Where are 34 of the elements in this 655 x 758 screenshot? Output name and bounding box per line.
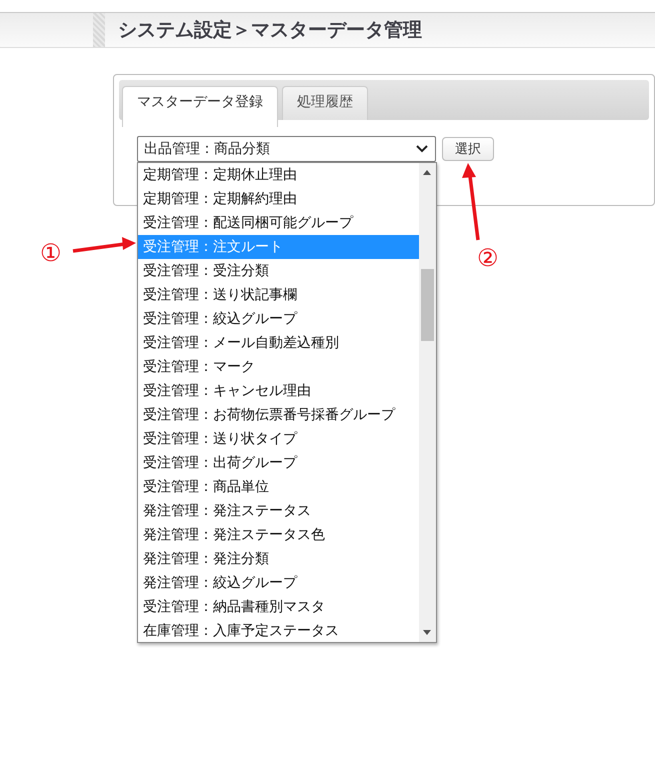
- annotation-arrow: [72, 237, 136, 253]
- dropdown-option[interactable]: 受注管理：メール自動差込種別: [138, 331, 419, 355]
- scrollbar[interactable]: [419, 163, 436, 642]
- dropdown-option[interactable]: 受注管理：商品単位: [138, 475, 419, 499]
- dropdown-option[interactable]: 受注管理：送り状タイプ: [138, 427, 419, 451]
- dropdown-option[interactable]: 定期管理：定期解約理由: [138, 187, 419, 211]
- dropdown-option[interactable]: 発注管理：発注ステータス色: [138, 523, 419, 547]
- chevron-down-icon: [416, 145, 428, 153]
- dropdown-option[interactable]: 受注管理：送り状記事欄: [138, 283, 419, 307]
- scroll-up-icon[interactable]: [423, 170, 431, 175]
- header-stripe: [93, 13, 105, 47]
- tab[interactable]: マスターデータ登録: [122, 86, 278, 127]
- annotation-number: ①: [40, 240, 62, 266]
- dropdown-option[interactable]: 発注管理：発注分類: [138, 547, 419, 571]
- dropdown-option[interactable]: 発注管理：発注ステータス: [138, 499, 419, 523]
- select-dropdown[interactable]: 出品管理：商品分類: [137, 136, 436, 162]
- dropdown-option[interactable]: 受注管理：お荷物伝票番号採番グループ: [138, 403, 419, 427]
- dropdown-option[interactable]: 受注管理：受注分類: [138, 259, 419, 283]
- dropdown-option[interactable]: 定期管理：定期休止理由: [138, 163, 419, 187]
- dropdown-option[interactable]: 在庫管理：入庫予定ステータス: [138, 619, 419, 643]
- dropdown-option[interactable]: 受注管理：出荷グループ: [138, 451, 419, 475]
- dropdown-option[interactable]: 受注管理：配送同梱可能グループ: [138, 211, 419, 235]
- page-title: システム設定＞マスターデータ管理: [118, 18, 422, 43]
- annotation-number: ②: [477, 245, 499, 271]
- scroll-down-icon[interactable]: [423, 630, 431, 635]
- dropdown-option[interactable]: 受注管理：絞込グループ: [138, 307, 419, 331]
- dropdown-option[interactable]: 発注管理：絞込グループ: [138, 571, 419, 595]
- dropdown-option[interactable]: 受注管理：納品書種別マスタ: [138, 595, 419, 619]
- dropdown-option[interactable]: 受注管理：キャンセル理由: [138, 379, 419, 403]
- dropdown-option[interactable]: 受注管理：マーク: [138, 355, 419, 379]
- select-value: 出品管理：商品分類: [144, 140, 270, 158]
- select-button[interactable]: 選択: [442, 137, 494, 161]
- scrollbar-thumb[interactable]: [421, 269, 434, 341]
- tab[interactable]: 処理履歴: [282, 86, 368, 120]
